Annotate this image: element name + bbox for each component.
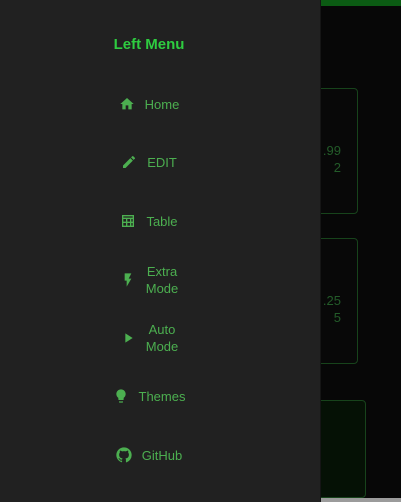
table-icon	[120, 213, 136, 229]
menu-item-label-line: Auto	[148, 322, 176, 337]
pencil-icon	[121, 154, 137, 170]
bolt-icon	[120, 272, 136, 288]
menu-item-extra-mode[interactable]: Extra Mode	[0, 262, 298, 298]
play-icon	[120, 330, 136, 346]
menu-item-label-line: Extra	[146, 264, 178, 279]
github-icon	[116, 447, 132, 463]
menu-item-themes[interactable]: Themes	[0, 386, 298, 406]
menu-item-label: EDIT	[147, 154, 177, 170]
menu-item-auto-mode[interactable]: Auto Mode	[0, 320, 298, 356]
menu-item-label: Auto Mode	[146, 321, 179, 355]
menu-item-label: Table	[146, 213, 178, 229]
menu-item-label: Themes	[138, 388, 186, 404]
menu-item-github[interactable]: GitHub	[0, 445, 298, 465]
menu-item-label-line: Mode	[145, 281, 179, 296]
lightbulb-icon	[113, 388, 129, 404]
menu-item-table[interactable]: Table	[0, 211, 298, 231]
left-menu-drawer: Left Menu Home EDIT Table Extra Mode Aut…	[0, 0, 321, 502]
drawer-title: Left Menu	[113, 36, 185, 53]
menu-item-home[interactable]: Home	[0, 94, 298, 114]
menu-item-label: Extra Mode	[146, 263, 179, 297]
menu-item-label-line: Mode	[145, 339, 179, 354]
screen: .99 2 .25 5 Left Menu Home EDIT Table Ex…	[0, 0, 401, 502]
menu-item-edit[interactable]: EDIT	[0, 152, 298, 172]
menu-item-label: Home	[144, 96, 180, 112]
menu-item-label: GitHub	[141, 447, 183, 463]
home-icon	[119, 96, 135, 112]
